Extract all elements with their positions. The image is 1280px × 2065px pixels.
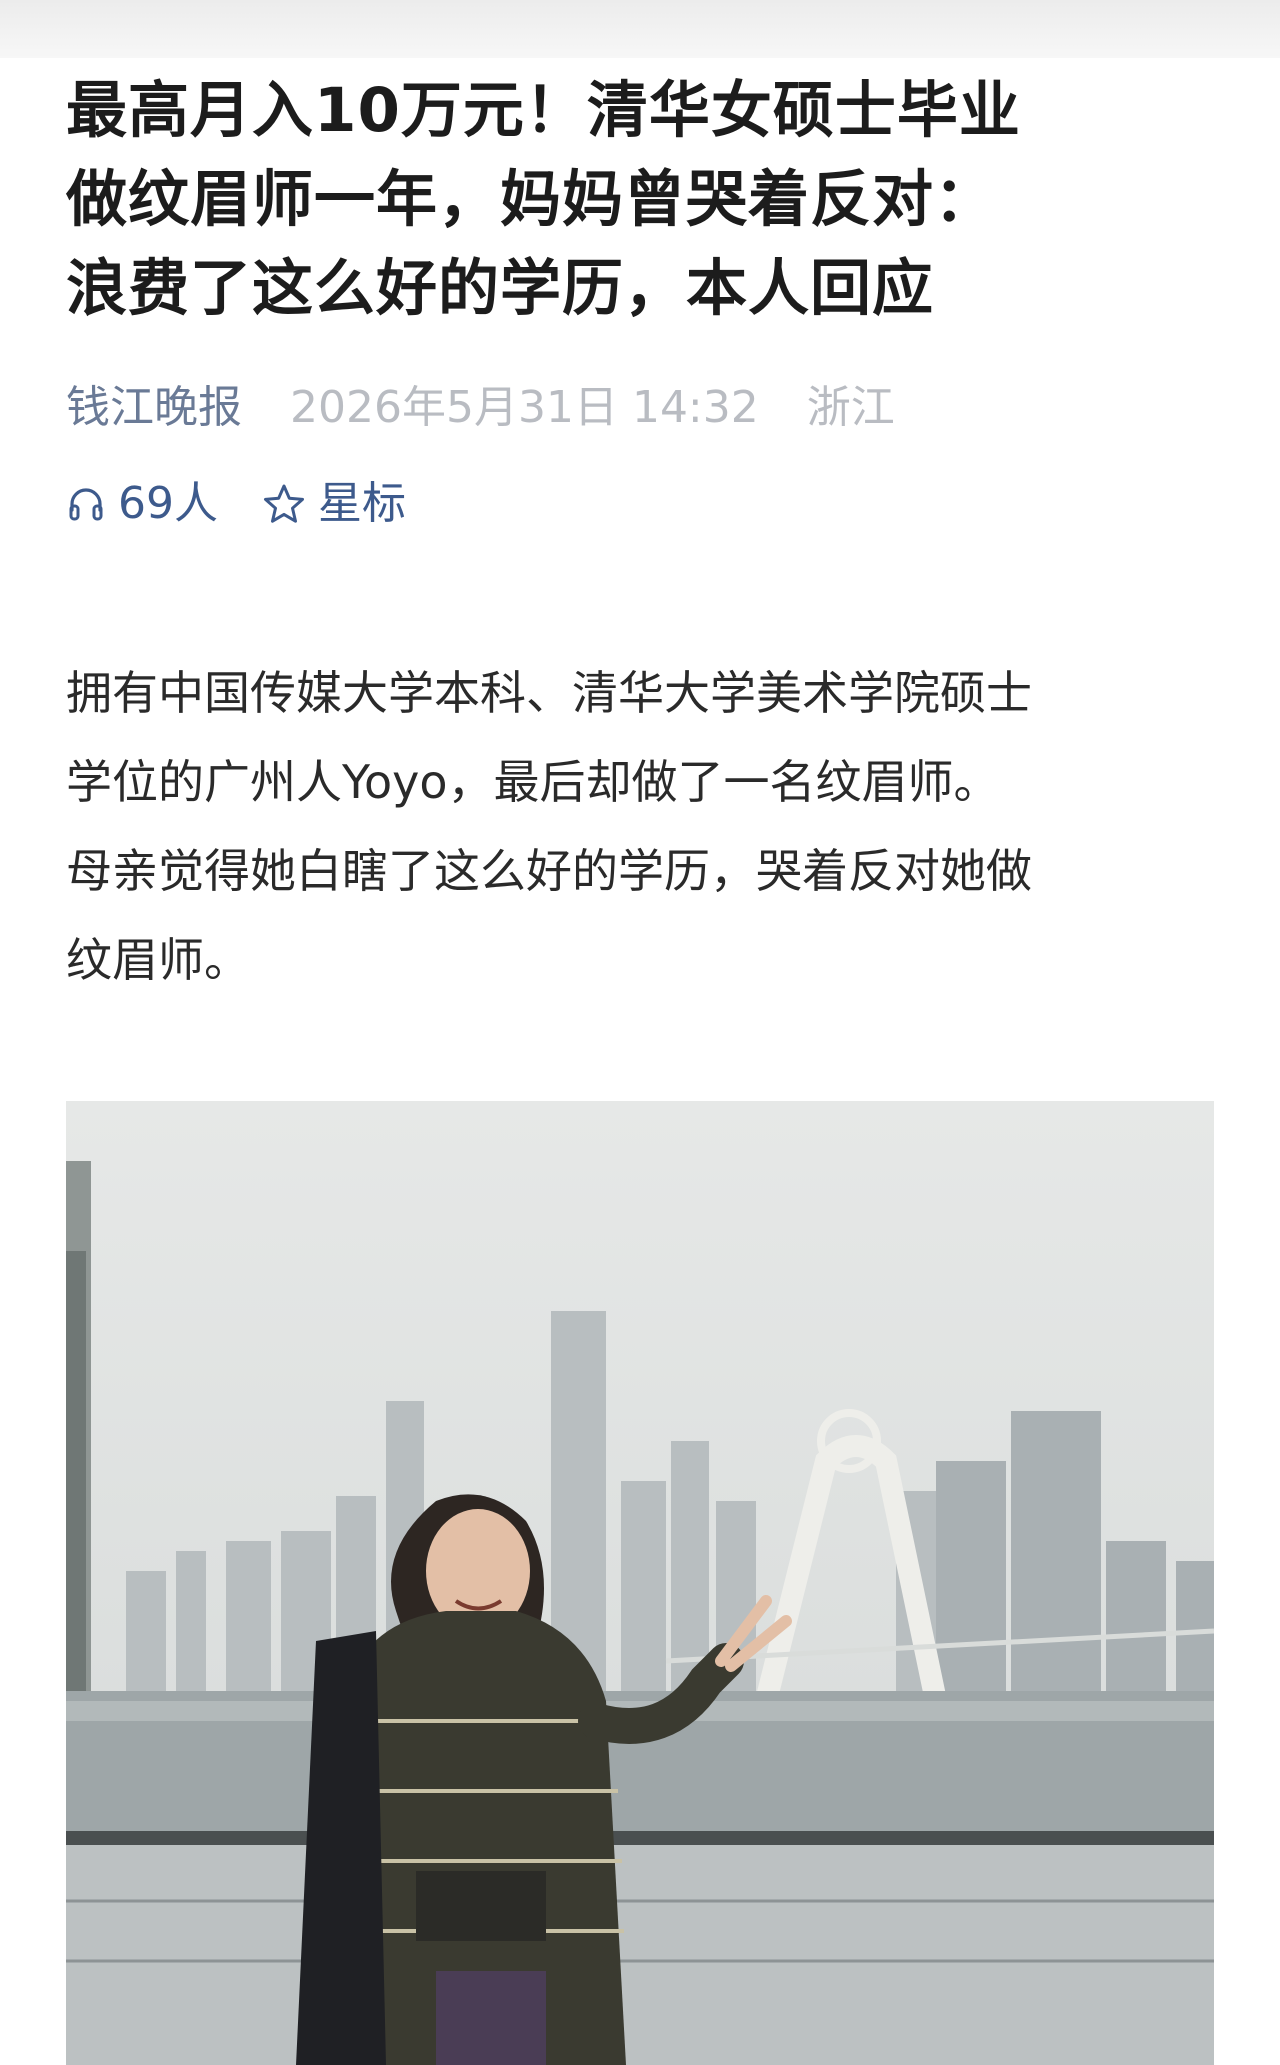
headphones-icon: [69, 488, 103, 521]
lead-line: 纹眉师。: [66, 933, 250, 987]
star-label: 星标: [318, 478, 406, 529]
listen-count: 69人: [118, 478, 218, 529]
listen-count-button[interactable]: 69人: [66, 477, 218, 531]
title-line: 做纹眉师一年，妈妈曾哭着反对：: [66, 164, 997, 235]
title-line: 浪费了这么好的学历，本人回应: [66, 253, 935, 324]
lead-line: 学位的广州人Yoyo，最后却做了一名纹眉师。: [66, 755, 1000, 809]
article-photo[interactable]: [66, 1101, 1214, 2065]
article: 最高月入10万元！清华女硕士毕业 做纹眉师一年，妈妈曾哭着反对： 浪费了这么好的…: [66, 58, 1216, 1005]
article-lead: 拥有中国传媒大学本科、清华大学美术学院硕士 学位的广州人Yoyo，最后却做了一名…: [66, 649, 1216, 1005]
article-stats: 69人 星标: [66, 477, 1216, 531]
photo-illustration: [66, 1101, 1214, 2065]
title-line: 最高月入10万元！清华女硕士毕业: [66, 75, 1021, 146]
source-link[interactable]: 钱江晚报: [66, 382, 242, 433]
location: 浙江: [806, 382, 895, 433]
article-meta: 钱江晚报 2026年5月31日 14:32 浙江: [66, 381, 1216, 435]
top-status-strip: [0, 0, 1280, 58]
lead-line: 母亲觉得她白瞎了这么好的学历，哭着反对她做: [66, 844, 1032, 898]
article-title: 最高月入10万元！清华女硕士毕业 做纹眉师一年，妈妈曾哭着反对： 浪费了这么好的…: [66, 58, 1216, 333]
publish-date: 2026年5月31日 14:32: [290, 382, 759, 433]
lead-line: 拥有中国传媒大学本科、清华大学美术学院硕士: [66, 666, 1032, 720]
star-outline-icon: [264, 484, 304, 523]
star-button[interactable]: 星标: [262, 477, 406, 531]
